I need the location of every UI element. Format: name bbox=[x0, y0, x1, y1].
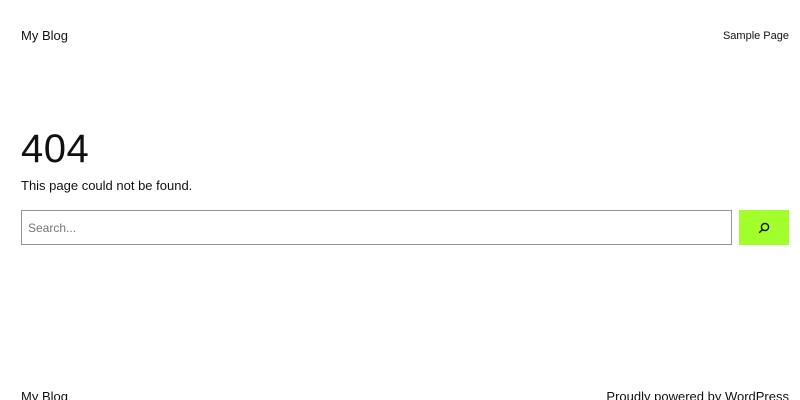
footer-site-title-link[interactable]: My Blog bbox=[21, 389, 68, 400]
site-title-link[interactable]: My Blog bbox=[21, 28, 68, 44]
search-button[interactable] bbox=[739, 210, 789, 245]
site-footer: My Blog Proudly powered by WordPress bbox=[21, 389, 789, 400]
search-icon bbox=[758, 222, 770, 233]
page: My Blog Sample Page 404 This page could … bbox=[0, 0, 800, 400]
nav-link-sample-page[interactable]: Sample Page bbox=[723, 28, 789, 44]
site-header: My Blog Sample Page bbox=[21, 28, 789, 44]
error-message: This page could not be found. bbox=[21, 178, 193, 193]
main-content: 404 This page could not be found. bbox=[21, 126, 789, 245]
wordpress-link[interactable]: WordPress bbox=[725, 389, 789, 400]
footer-credit: Proudly powered by WordPress bbox=[606, 389, 789, 400]
footer-credit-text: Proudly powered by bbox=[606, 389, 725, 400]
error-code-heading: 404 bbox=[21, 127, 90, 171]
search-form bbox=[21, 210, 789, 245]
search-input[interactable] bbox=[21, 210, 732, 245]
